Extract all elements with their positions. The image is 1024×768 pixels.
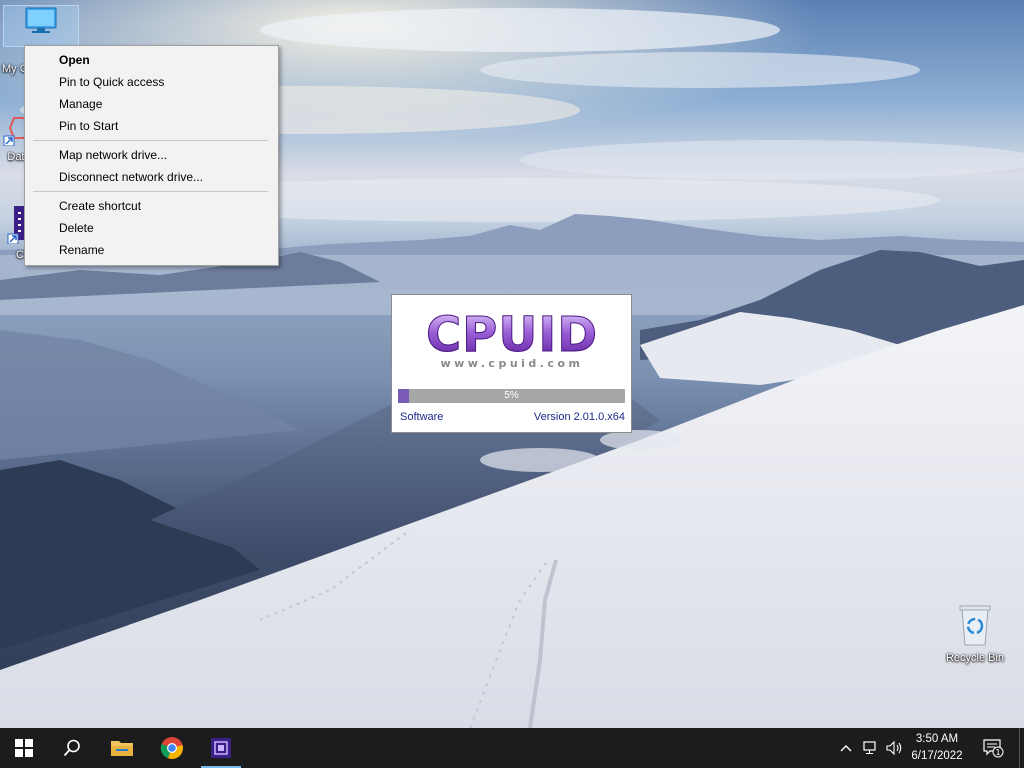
desktop-icon-recycle-bin[interactable]: Recycle Bin (938, 603, 1012, 664)
cpu-z-icon (211, 738, 231, 758)
logo-url-text: www.cpuid.com (440, 357, 583, 369)
chevron-up-icon (840, 745, 852, 752)
show-desktop-button[interactable] (1019, 728, 1024, 768)
notification-center-button[interactable]: 1 (978, 728, 1008, 768)
search-button[interactable] (48, 728, 96, 768)
search-icon (63, 739, 80, 757)
menu-item-map-network-drive[interactable]: Map network drive... (25, 144, 278, 166)
logo-text: CPUID (426, 309, 598, 363)
file-explorer-button[interactable] (98, 728, 146, 768)
progress-label: 5% (504, 390, 519, 401)
menu-item-create-shortcut[interactable]: Create shortcut (25, 195, 278, 217)
windows-icon (15, 739, 33, 757)
volume-icon (886, 741, 902, 755)
chrome-icon (160, 737, 183, 760)
menu-separator (33, 140, 268, 141)
menu-item-open[interactable]: Open (25, 49, 278, 71)
show-hidden-icons-button[interactable] (836, 728, 856, 768)
desktop-icon-label: Recycle Bin (945, 652, 1005, 664)
network-button[interactable] (860, 728, 882, 768)
cpu-z-taskbar-button[interactable] (197, 728, 245, 768)
network-icon (863, 741, 876, 754)
menu-item-manage[interactable]: Manage (25, 93, 278, 115)
version-label: Version 2.01.0.x64 (533, 411, 625, 423)
menu-separator (33, 191, 268, 192)
desktop[interactable]: My C Data CPUID CPU-Z Recycle Bin Open P… (0, 0, 1024, 728)
notification-count: 1 (995, 748, 1000, 757)
menu-item-pin-to-start[interactable]: Pin to Start (25, 115, 278, 137)
cpuid-logo: CPUID www.cpuid.com (425, 309, 598, 369)
clock-time: 3:50 AM (915, 733, 959, 745)
desktop-icon-this-pc[interactable]: My C (2, 5, 79, 75)
chrome-button[interactable] (148, 728, 196, 768)
menu-item-delete[interactable]: Delete (25, 217, 278, 239)
recycle-bin-icon (959, 605, 991, 646)
progress-bar: 5% (398, 389, 625, 403)
cpuid-splash-window: CPUID www.cpuid.com 5% Software Version … (391, 294, 632, 433)
software-label: Software (400, 411, 444, 423)
taskbar: 3:50 AM 6/17/2022 1 (0, 728, 1024, 768)
computer-icon (25, 7, 57, 33)
clock-date: 6/17/2022 (911, 750, 963, 762)
menu-item-pin-quick-access[interactable]: Pin to Quick access (25, 71, 278, 93)
context-menu: Open Pin to Quick access Manage Pin to S… (24, 45, 279, 266)
volume-button[interactable] (884, 728, 906, 768)
notification-icon: 1 (983, 739, 1004, 758)
menu-item-rename[interactable]: Rename (25, 239, 278, 261)
folder-icon (111, 741, 133, 756)
menu-item-disconnect-network-drive[interactable]: Disconnect network drive... (25, 166, 278, 188)
start-button[interactable] (0, 728, 48, 768)
clock[interactable]: 3:50 AM 6/17/2022 (906, 731, 968, 765)
